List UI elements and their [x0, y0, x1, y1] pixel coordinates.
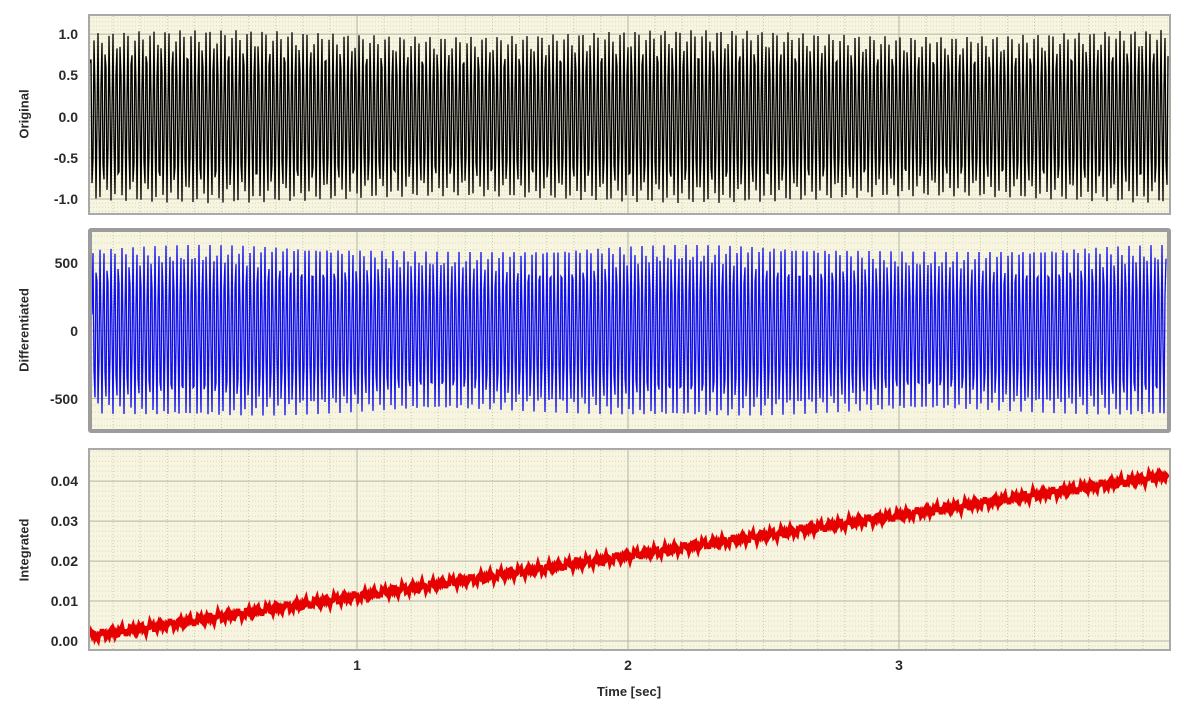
y-tick-label-original: -0.5 — [0, 150, 78, 166]
x-tick-label: 2 — [624, 657, 632, 673]
y-tick-label-original: 0.5 — [0, 67, 78, 83]
y-tick-label-integrated: 0.00 — [0, 633, 78, 649]
y-tick-label-original: 1.0 — [0, 26, 78, 42]
waveform-integrated — [90, 472, 1168, 639]
x-tick-label: 1 — [353, 657, 361, 673]
plot-differentiated[interactable] — [88, 228, 1171, 433]
figure: Original Differentiated Integrated 1.00.… — [0, 0, 1184, 725]
y-tick-label-differentiated: 0 — [0, 323, 78, 339]
y-tick-label-differentiated: -500 — [0, 391, 78, 407]
y-tick-label-integrated: 0.04 — [0, 473, 78, 489]
plot-original[interactable] — [88, 14, 1171, 215]
plot-differentiated-canvas — [92, 232, 1167, 429]
plot-original-canvas — [90, 16, 1169, 213]
y-tick-label-integrated: 0.02 — [0, 553, 78, 569]
y-tick-label-differentiated: 500 — [0, 255, 78, 271]
y-tick-label-integrated: 0.01 — [0, 593, 78, 609]
plot-integrated[interactable] — [88, 448, 1171, 651]
y-tick-label-integrated: 0.03 — [0, 513, 78, 529]
x-tick-label: 3 — [895, 657, 903, 673]
y-tick-label-original: -1.0 — [0, 191, 78, 207]
y-tick-label-original: 0.0 — [0, 109, 78, 125]
plot-integrated-canvas — [90, 450, 1169, 649]
x-axis-label: Time [sec] — [597, 684, 661, 699]
waveform-differentiated — [92, 245, 1166, 416]
